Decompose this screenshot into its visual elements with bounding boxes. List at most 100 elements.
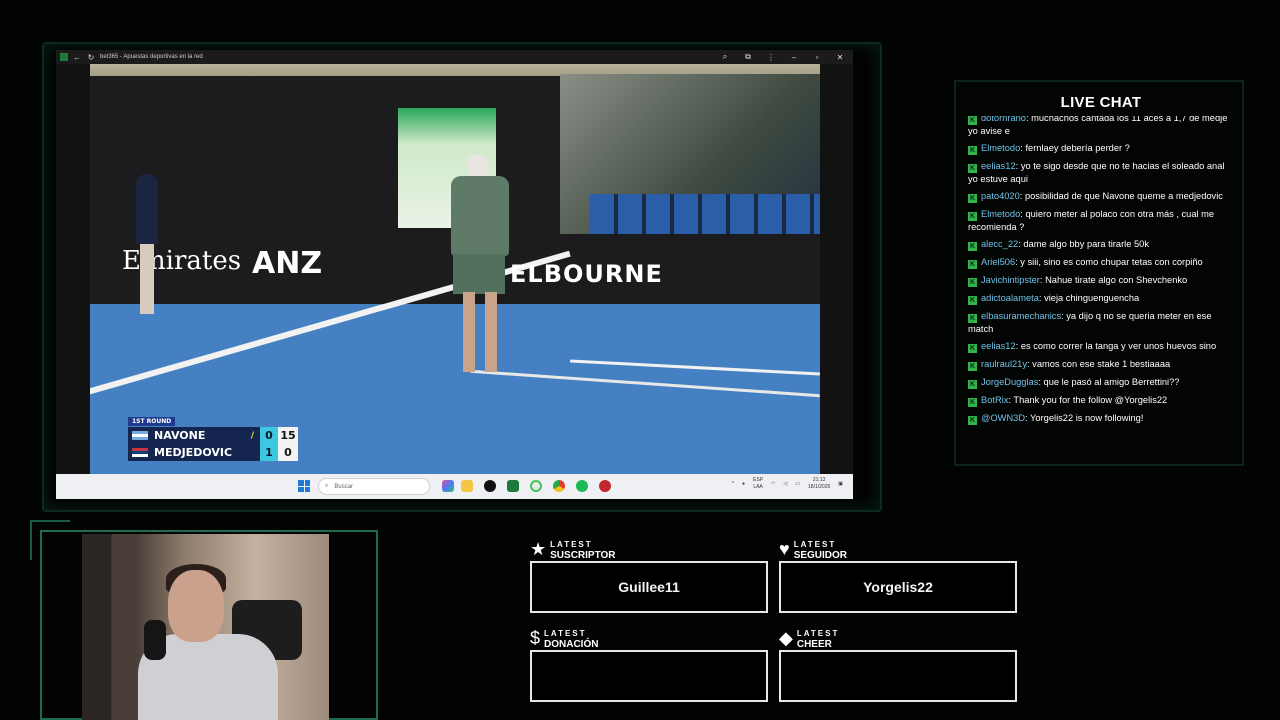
volume-icon[interactable]: ◁	[783, 481, 787, 487]
chat-username[interactable]: Ariel506	[981, 257, 1015, 267]
battery-icon[interactable]: ▭	[795, 481, 800, 487]
language-indicator[interactable]: ESP LAA	[753, 477, 763, 491]
diamond-icon: ◆	[779, 628, 793, 648]
maximize-icon[interactable]: ▫	[812, 52, 822, 62]
live-chat-panel: LIVE CHAT Kdotorrirano: muchachos cantad…	[954, 80, 1244, 466]
minimize-icon[interactable]: –	[789, 52, 799, 62]
kick-badge-icon: K	[968, 344, 977, 353]
alert-small: LATEST	[796, 629, 840, 638]
chat-text: Thank you for the follow @Yorgelis22	[1013, 395, 1168, 405]
chat-username[interactable]: Javichintipster	[981, 275, 1040, 285]
kick-badge-icon: K	[968, 212, 977, 221]
chat-username[interactable]: pato4020	[981, 191, 1020, 201]
chrome-icon[interactable]	[553, 480, 565, 492]
back-icon[interactable]: ←	[72, 52, 82, 62]
chat-title: LIVE CHAT	[1060, 94, 1142, 111]
kick-badge-icon: K	[968, 146, 977, 155]
kick-badge-icon: K	[968, 194, 977, 203]
argentina-flag-icon	[132, 431, 148, 440]
windows-start-icon[interactable]	[298, 480, 310, 492]
chat-message: Kalecc_22: dame algo bby para tirarle 50…	[968, 238, 1232, 251]
chat-text: que le pasó al amigo Berrettini??	[1043, 377, 1180, 387]
app-icon[interactable]	[599, 480, 611, 492]
wifi-icon[interactable]: ◠	[771, 481, 775, 487]
chat-message: Keelias12: yo te sigo desde que no te ha…	[968, 160, 1232, 185]
kick-badge-icon: K	[968, 242, 977, 251]
webcam-feed	[82, 534, 329, 720]
scoreboard-round: 1ST ROUND	[128, 417, 176, 426]
set-score: 1	[260, 444, 278, 461]
chat-username[interactable]: JorgeDugglas	[981, 377, 1038, 387]
latest-follower-header: ♥ LATEST SEGUIDOR	[779, 538, 847, 561]
chat-message: K @OWN3D: Yorgelis22 is now following!	[968, 412, 1232, 425]
file-explorer-icon[interactable]	[461, 480, 473, 492]
chat-username[interactable]: eelias12	[981, 341, 1016, 351]
tiktok-icon[interactable]	[484, 480, 496, 492]
window-title: bet365 - Apuestas deportivas en la red	[100, 54, 203, 60]
kick-badge-icon: K	[968, 398, 977, 407]
menu-icon[interactable]: ⋮	[766, 52, 776, 62]
kick-badge-icon: K	[968, 278, 977, 287]
browser-window: ← ↻ bet365 - Apuestas deportivas en la r…	[56, 50, 853, 499]
latest-donation-box	[530, 650, 768, 702]
chat-list: Kdotorrirano: muchachos cantada los 11 a…	[968, 116, 1232, 452]
chat-message: Kelbasuramechanics: ya dijo q no se quer…	[968, 310, 1232, 335]
clock[interactable]: 21:13 18/1/2026	[808, 477, 830, 491]
dollar-icon: $	[530, 628, 541, 648]
scoreboard: 1ST ROUND NAVONE / 0 15 MEDJEDOVIC 1 0	[128, 408, 302, 461]
chat-text: vamos con ese stake 1 bestiaaaa	[1032, 359, 1171, 369]
chat-username[interactable]: eelias12	[981, 161, 1016, 171]
chat-text: Yorgelis22 is now following!	[1030, 413, 1144, 423]
chevron-up-icon[interactable]: ^	[732, 481, 734, 487]
reload-icon[interactable]: ↻	[86, 52, 96, 62]
copilot-icon[interactable]	[442, 480, 454, 492]
alert-big: DONACIÓN	[544, 639, 599, 650]
close-icon[interactable]: ✕	[835, 52, 845, 62]
scoreboard-row: NAVONE / 0 15	[128, 427, 302, 444]
kick-badge-icon: K	[968, 416, 977, 425]
chat-username[interactable]: adictoalameta	[981, 293, 1039, 303]
heart-icon: ♥	[779, 539, 790, 559]
player-name: NAVONE	[154, 429, 206, 442]
bet365-favicon-icon	[60, 53, 68, 61]
scoreboard-row: MEDJEDOVIC 1 0	[128, 444, 302, 461]
whatsapp-icon[interactable]	[530, 480, 542, 492]
chat-username[interactable]: alecc_22	[981, 239, 1018, 249]
chat-username[interactable]: dotorrirano	[981, 116, 1026, 123]
latest-donation-header: $ LATEST DONACIÓN	[530, 627, 599, 650]
kick-badge-icon: K	[968, 116, 977, 125]
zoom-icon[interactable]: ⌕	[720, 52, 730, 62]
bet365-app-icon[interactable]	[507, 480, 519, 492]
chat-text: es como correr la tanga y ver unos huevo…	[1020, 341, 1217, 351]
chat-username[interactable]: raulraul21y	[981, 359, 1027, 369]
stream-overlay: ← ↻ bet365 - Apuestas deportivas en la r…	[0, 0, 1280, 720]
taskbar-search[interactable]: ⌕ Buscar	[318, 478, 430, 495]
tennis-video[interactable]: Emirates ANZ ELBOURNE 1ST ROUND NAVONE /…	[90, 64, 820, 474]
notification-icon[interactable]: ▣	[838, 481, 843, 487]
chat-username[interactable]: @OWN3D	[981, 413, 1025, 423]
chat-message: K Ariel506: y siii, sino es como chupar t…	[968, 256, 1232, 269]
chat-message: Kadictoalameta: vieja chinguenguencha	[968, 292, 1232, 305]
kick-badge-icon: K	[968, 380, 977, 389]
alert-big: SUSCRIPTOR	[550, 550, 616, 561]
chat-message: Keelias12: es como correr la tanga y ver…	[968, 340, 1232, 353]
sponsor-anz: ANZ	[252, 246, 323, 281]
chat-username[interactable]: BotRix	[981, 395, 1008, 405]
set-score: 0	[260, 427, 278, 444]
clock-date: 18/1/2026	[808, 484, 831, 490]
chat-message: K JorgeDugglas: que le pasó al amigo Berr…	[968, 376, 1232, 389]
chat-text: posibilidad de que Navone queme a medjed…	[1024, 191, 1223, 201]
browser-titlebar: ← ↻ bet365 - Apuestas deportivas en la r…	[56, 50, 853, 64]
microphone-icon[interactable]: ●	[742, 481, 745, 487]
serve-indicator-icon: /	[250, 430, 254, 441]
chat-text: fernlaey debería perder ?	[1025, 143, 1130, 153]
chat-username[interactable]: Elmetodo	[981, 143, 1020, 153]
star-icon: ★	[530, 539, 547, 559]
spotify-icon[interactable]	[576, 480, 588, 492]
frame-corner	[30, 520, 70, 560]
alert-small: LATEST	[793, 540, 837, 549]
chat-username[interactable]: elbasuramechanics	[981, 311, 1061, 321]
extensions-icon[interactable]: ⧉	[743, 52, 753, 62]
chat-username[interactable]: Elmetodo	[981, 209, 1020, 219]
chat-text: Nahue tirate algo con Shevchenko	[1045, 275, 1188, 285]
